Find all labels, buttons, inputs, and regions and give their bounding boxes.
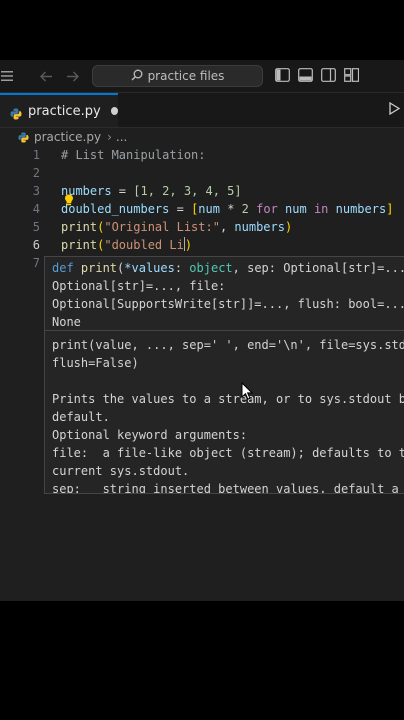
doc-line: print(value, ..., sep=' ', end='\n', fil… [52,338,404,352]
code-variable: num [198,202,220,216]
forward-arrow-icon[interactable] [64,68,80,84]
toggle-secondary-sidebar-icon[interactable] [321,68,336,82]
hover-function-name: print [80,261,118,275]
breadcrumb-file[interactable]: practice.py [34,130,101,144]
code-operator: = [169,202,192,216]
breadcrumb-symbols[interactable]: ... [116,130,127,144]
doc-line: file: a file-like object (stream); defau… [52,446,404,460]
code-variable: num [285,202,307,216]
unsaved-changes-dot-icon[interactable] [110,107,118,115]
line-number-current: 6 [32,238,40,252]
signature-line: Optional[SupportsWrite[str]]=..., flush:… [52,297,404,311]
code-line-4[interactable]: doubled_numbers = [num * 2 for num in nu… [61,200,393,218]
line-number: 2 [32,166,40,180]
code-line-5[interactable]: print("Original List:", numbers) [61,218,292,236]
code-line-3[interactable]: numbers = [1, 2, 3, 4, 5] [61,182,242,200]
code-variable: numbers [234,220,285,234]
line-number: 5 [32,220,40,234]
code-keyword: in [306,202,336,216]
lightbulb-icon[interactable] [64,191,74,206]
menu-icon[interactable] [0,68,14,84]
search-placeholder: practice files [147,69,225,83]
line-number: 4 [32,202,40,216]
code-operator: , [219,220,235,234]
signature-line: def print(*values: object, sep: Optional… [52,259,404,277]
code-line-6[interactable]: print("doubled Li) [61,236,192,254]
code-function: print [61,220,98,234]
hover-text: : [174,261,190,275]
hover-tooltip[interactable]: def print(*values: object, sep: Optional… [44,256,404,494]
doc-line: Prints the values to a stream, or to sys… [52,392,404,406]
doc-line: flush=False) [52,356,139,370]
hover-keyword: def [52,261,81,275]
code-bracket: ] [386,202,394,216]
doc-line: sep: string inserted between values, def… [52,482,399,494]
python-file-icon [18,131,29,143]
tab-practice-py[interactable]: practice.py [0,93,118,127]
search-icon [131,69,143,84]
signature-line: Optional[str]=..., file: [52,279,226,293]
tab-label: practice.py [28,103,101,119]
code-bracket: ) [284,220,293,234]
back-arrow-icon[interactable] [38,68,54,84]
code-string: "doubled Li [104,238,184,252]
signature-line: None [52,315,81,329]
editor-tab-bar: practice.py [0,93,404,128]
code-number: 2 [241,202,249,216]
code-line-1[interactable]: # List Manipulation: [61,146,206,164]
title-bar: practice files [0,60,404,93]
doc-line: default. [52,410,110,424]
code-comment: # List Manipulation: [61,148,206,162]
line-number: 3 [32,184,40,198]
code-variable: numbers [335,202,387,216]
hover-divider [45,330,404,331]
code-string: "Original List:" [104,220,220,234]
command-center-search[interactable]: practice files [92,65,263,87]
code-function: print [61,238,98,252]
run-file-icon[interactable] [389,101,401,119]
customize-layout-icon[interactable] [344,68,359,82]
vscode-window: practice files practice.py practice.py ›… [0,60,404,601]
doc-line: current sys.stdout. [52,464,190,478]
python-file-icon [10,105,22,120]
hover-text: , sep: Optional[str]=... [232,261,404,275]
toggle-sidebar-icon[interactable] [275,68,290,82]
code-operator: * [219,202,242,216]
breadcrumb: practice.py › ... [0,127,404,147]
toggle-panel-icon[interactable] [298,68,313,82]
code-bracket: ) [184,238,193,252]
line-number: 7 [32,256,40,270]
hover-type: object [189,261,233,275]
hover-parameter: *values [124,261,175,275]
layout-controls [275,68,359,84]
line-number: 1 [32,148,40,162]
code-operator: = [111,184,134,198]
code-list-literal: [1, 2, 3, 4, 5] [133,184,242,198]
breadcrumb-separator: › [107,130,112,144]
mouse-pointer-icon [241,381,254,400]
doc-line: Optional keyword arguments: [52,428,248,442]
code-variable: doubled_numbers [61,202,170,216]
code-keyword: for [248,202,286,216]
